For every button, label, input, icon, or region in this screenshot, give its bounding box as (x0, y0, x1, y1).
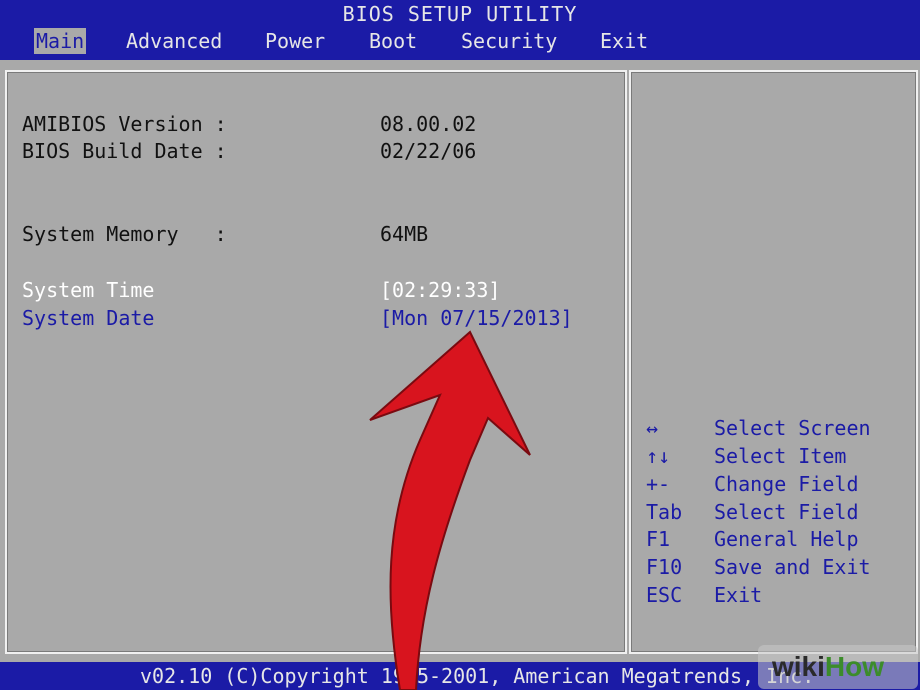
wikihow-watermark: wikiHow (758, 645, 918, 689)
wikihow-logo: wikiHow (772, 651, 885, 682)
red-arrow-icon (369, 330, 531, 690)
